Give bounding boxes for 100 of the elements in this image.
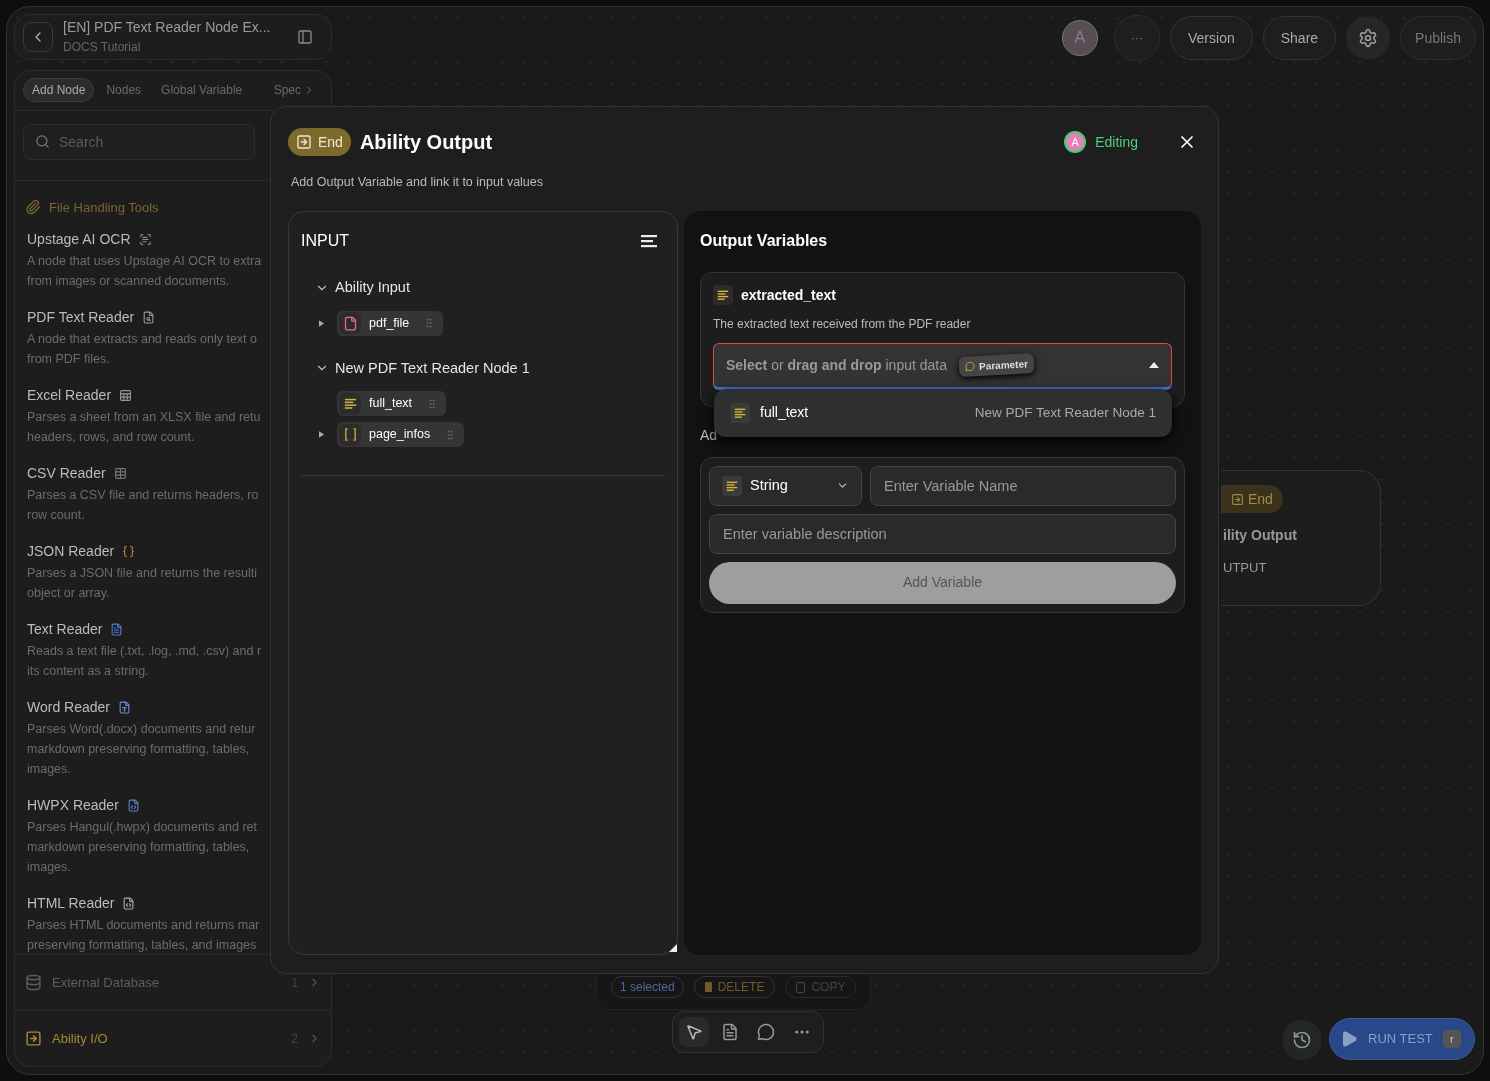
node-name: HTML Reader <box>27 894 115 913</box>
editing-status: Editing <box>1095 132 1138 152</box>
settings-icon <box>1358 28 1379 48</box>
node-item[interactable]: Text Reader Reads a text file (.txt, .log, .md, .csv) and r its content as a string. <box>27 619 319 680</box>
brackets-icon <box>339 423 361 446</box>
search-field[interactable]: Search <box>23 123 255 160</box>
settings-button[interactable] <box>1346 16 1391 60</box>
document-icon <box>126 799 140 812</box>
string-icon <box>339 392 361 415</box>
back-button[interactable] <box>23 21 53 52</box>
sheet-icon <box>119 389 133 402</box>
node-description: from images or scanned documents. <box>27 273 231 290</box>
variable-name-field[interactable]: Enter Variable Name <box>870 465 1176 506</box>
paperclip-icon <box>25 199 41 216</box>
select-placeholder: Select or drag and drop input data <box>726 355 947 375</box>
menu-icon[interactable] <box>641 233 657 248</box>
shortcut-key: r <box>1442 1030 1461 1048</box>
modal-title: Ability Output <box>359 130 493 155</box>
sidebar-tab[interactable]: Add Node <box>23 78 95 102</box>
variable-description: The extracted text received from the PDF reader <box>713 315 972 333</box>
history-button[interactable] <box>1282 1020 1322 1060</box>
group-label: Ability Input <box>335 277 410 297</box>
string-icon <box>716 288 730 303</box>
history-icon <box>1292 1030 1312 1050</box>
document-icon <box>110 623 124 636</box>
header-button[interactable]: Version <box>1170 16 1253 60</box>
node-description: row count. <box>27 507 86 524</box>
input-select[interactable]: Select or drag and drop input data Parameter <box>713 342 1172 390</box>
caret-icon <box>1149 362 1159 369</box>
node-name: HWPX Reader <box>27 796 119 815</box>
node-description: Parses Hangul(.hwpx) documents and ret <box>27 819 258 836</box>
file-search-icon <box>142 311 156 324</box>
more-button[interactable]: ··· <box>1114 15 1160 61</box>
node-name: Excel Reader <box>27 386 112 405</box>
node-item[interactable]: Word Reader Parses Word(.docx) documents and retur markdown preserving formatting, tables, images. <box>27 697 319 778</box>
editor-avatar: A <box>1064 131 1087 153</box>
node-badge: End <box>1221 485 1283 513</box>
node-name: JSON Reader <box>27 542 115 561</box>
braces-icon <box>122 545 136 558</box>
node-item[interactable]: HTML Reader Parses HTML documents and returns mar preserving formatting, tables, and images <box>27 893 319 954</box>
node-description: object or array. <box>27 585 111 602</box>
node-name: Text Reader <box>27 620 103 639</box>
arrow-box-icon <box>1231 492 1244 506</box>
type-select[interactable]: String <box>709 465 862 506</box>
file-icon <box>339 312 361 334</box>
header-button[interactable]: Share <box>1262 16 1337 60</box>
node-description: its content as a string. <box>27 663 150 680</box>
end-badge: End <box>288 128 351 156</box>
section-heading: File Handling Tools <box>49 198 159 217</box>
run-test-button[interactable]: RUN TEST r <box>1329 1018 1475 1060</box>
node-description: Parses a JSON file and returns the resulti <box>27 565 258 582</box>
document-icon <box>118 701 131 714</box>
variable-chip[interactable]: page_infos <box>337 422 465 448</box>
play-icon <box>1340 1030 1358 1048</box>
node-description: headers, rows, and row count. <box>27 429 196 446</box>
variable-name: extracted_text <box>741 285 836 305</box>
node-item[interactable]: HWPX Reader Parses Hangul(.hwpx) documents and ret markdown preserving formatting, tables, images. <box>27 795 319 876</box>
node-description: Parses a sheet from an XLSX file and retu <box>27 409 262 426</box>
variable-chip[interactable]: full_text <box>337 391 447 417</box>
node-item[interactable]: CSV Reader Parses a CSV file and returns headers, ro row count. <box>27 463 319 524</box>
panel-title: INPUT <box>301 230 349 251</box>
node-description: Parses a CSV file and returns headers, ro <box>27 487 260 504</box>
arrow-box-icon <box>25 1030 42 1047</box>
section-label: Ad <box>700 425 714 445</box>
expand-triangle-icon[interactable] <box>318 431 324 439</box>
panel-toggle-icon[interactable] <box>297 28 313 45</box>
node-description: markdown preserving formatting, tables, <box>27 741 251 758</box>
node-description: Parses HTML documents and returns mar <box>27 917 261 934</box>
node-description: Reads a text file (.txt, .log, .md, .csv) and r <box>27 643 263 660</box>
node-name: Upstage AI OCR <box>27 230 131 249</box>
resize-handle-icon[interactable] <box>669 944 677 952</box>
project-title: [EN] PDF Text Reader Node Ex... <box>63 18 272 38</box>
html-file-icon <box>122 897 136 910</box>
publish-button[interactable]: Publish <box>1400 16 1476 60</box>
node-description: from PDF files. <box>27 351 111 368</box>
panel-title: Output Variables <box>700 230 829 251</box>
category-label: External Database <box>52 973 160 992</box>
search-icon <box>35 133 50 149</box>
node-description: A node that extracts and reads only text o <box>27 331 258 348</box>
tree-group[interactable]: Ability Input <box>301 276 665 299</box>
project-subtitle: DOCS Tutorial <box>63 39 142 57</box>
variable-chip[interactable]: pdf_file <box>337 310 444 336</box>
canvas-node[interactable]: End ility Output UTPUT <box>1221 470 1381 606</box>
option-name: full_text <box>760 403 809 423</box>
expand-triangle-icon[interactable] <box>318 319 324 327</box>
comment-icon <box>964 361 976 372</box>
node-description: Parses Word(.docx) documents and retur <box>27 721 257 738</box>
node-description: images. <box>27 859 72 876</box>
node-description: preserving formatting, tables, and images <box>27 937 258 954</box>
database-icon <box>25 974 42 991</box>
node-description: images. <box>27 761 72 778</box>
modal-subtitle: Add Output Variable and link it to input values <box>291 174 544 191</box>
variable-description-field[interactable]: Enter variable description <box>709 513 1176 554</box>
pointer-icon[interactable] <box>679 1017 709 1047</box>
node-item[interactable]: Excel Reader Parses a sheet from an XLSX file and retu headers, rows, and row count. <box>27 385 319 446</box>
category-label: Ability I/O <box>52 1029 109 1048</box>
parameter-tag: Parameter <box>958 353 1035 378</box>
node-name: PDF Text Reader <box>27 308 135 327</box>
node-title: ility Output <box>1222 526 1298 545</box>
node-item[interactable]: JSON Reader Parses a JSON file and returns the resulti object or array. <box>27 541 319 602</box>
